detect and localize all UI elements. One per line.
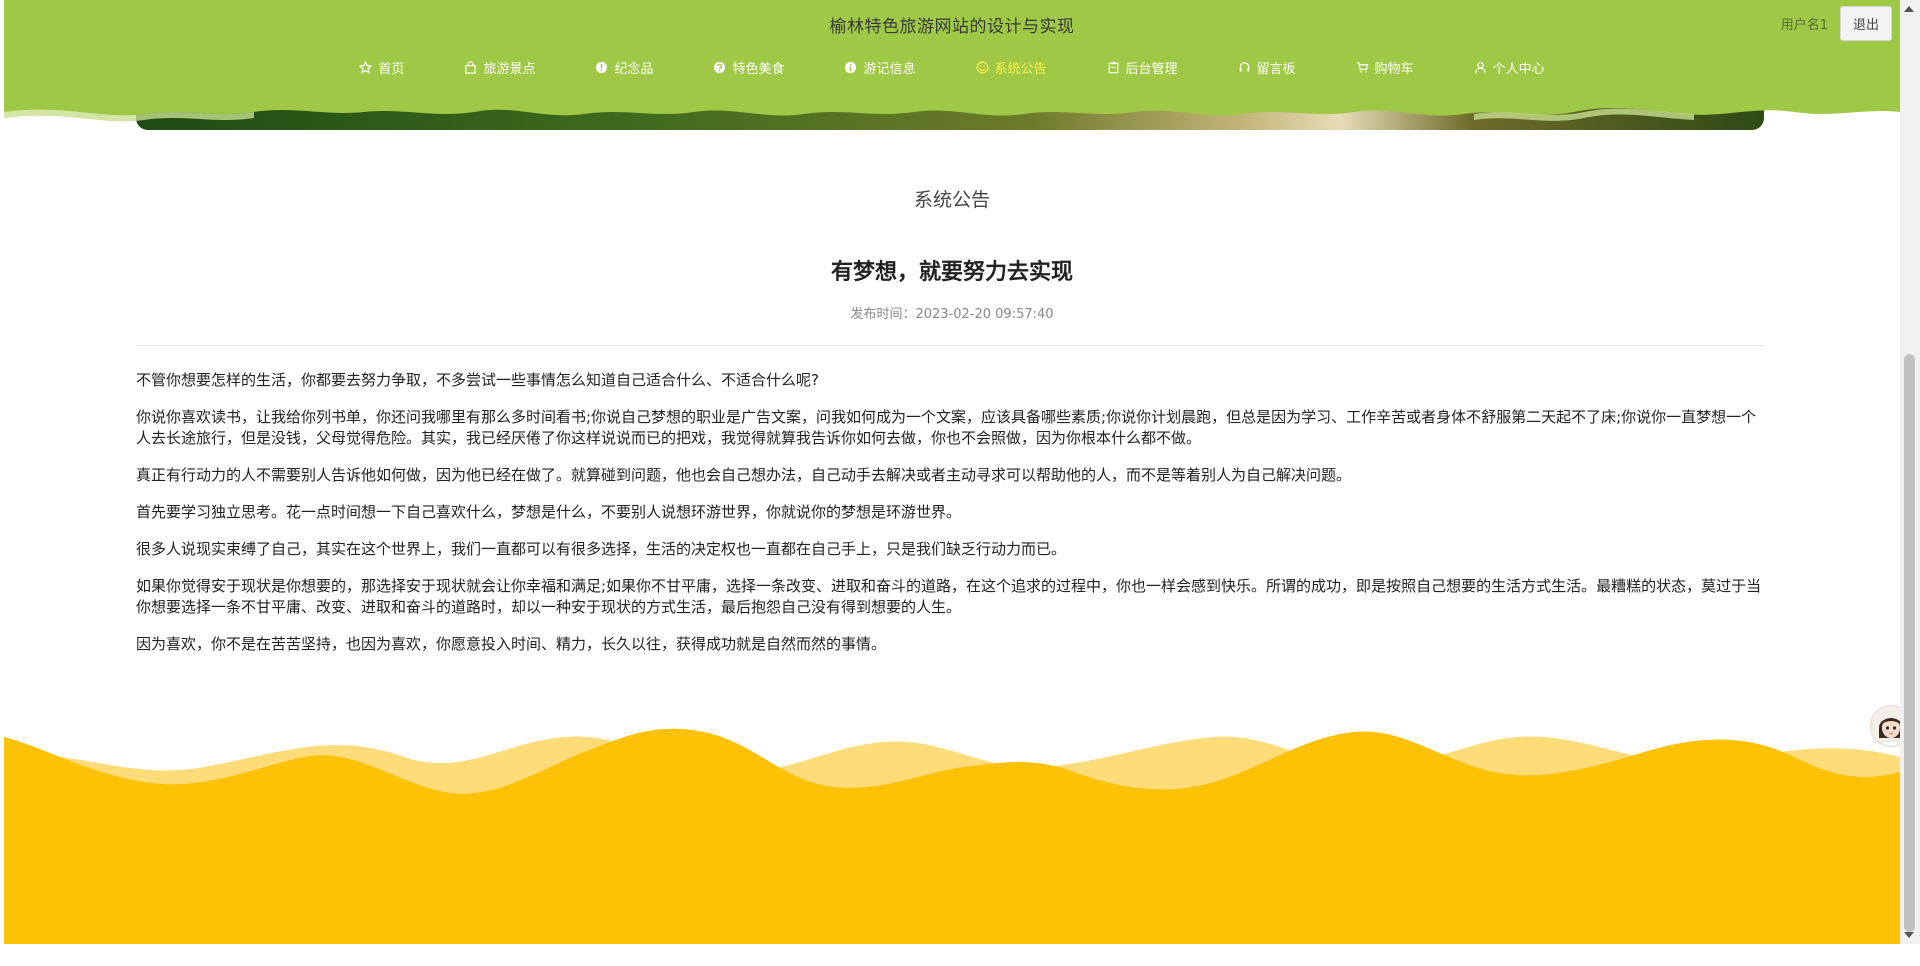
page: 榆林特色旅游网站的设计与实现 用户名1 退出 首页 旅游景点 纪念品 特色美食 <box>4 0 1900 944</box>
bag-icon <box>465 60 477 74</box>
nav-item-souvenirs[interactable]: 纪念品 <box>565 56 683 78</box>
scroll-thumb[interactable] <box>1904 354 1915 932</box>
nav-item-label: 个人中心 <box>1492 61 1545 77</box>
info-icon <box>845 61 857 73</box>
article-paragraph: 真正有行动力的人不需要别人告诉他如何做，因为他已经在做了。就算碰到问题，他也会自… <box>136 466 1352 484</box>
article-title: 有梦想，就要努力去实现 <box>830 260 1073 285</box>
bottom-bar <box>0 944 1920 966</box>
article-paragraph: 如果你觉得安于现状是你想要的，那选择安于现状就会让你幸福和满足;如果你不甘平庸，… <box>136 577 1762 616</box>
star-icon <box>359 60 373 74</box>
nav-item-attractions[interactable]: 旅游景点 <box>434 56 565 78</box>
user-icon <box>1474 61 1486 73</box>
article-paragraph: 因为喜欢，你不是在苦苦坚持，也因为喜欢，你愿意投入时间、精力，长久以往，获得成功… <box>136 635 887 653</box>
nav-item-label: 留言板 <box>1256 61 1296 77</box>
site-title: 榆林特色旅游网站的设计与实现 <box>829 17 1075 37</box>
question-icon <box>714 61 726 73</box>
publish-info: 发布时间：2023-02-20 09:57:40 <box>4 303 1900 322</box>
article-paragraph: 你说你喜欢读书，让我给你列书单，你还问我哪里有那么多时间看书;你说自己梦想的职业… <box>136 408 1757 447</box>
site-header: 榆林特色旅游网站的设计与实现 用户名1 退出 首页 旅游景点 纪念品 特色美食 <box>4 0 1900 130</box>
avatar-icon <box>1879 718 1900 746</box>
cart-icon <box>1356 61 1368 73</box>
logout-button[interactable]: 退出 <box>1839 6 1892 41</box>
nav-item-label: 系统公告 <box>994 61 1047 77</box>
nav-item-label: 旅游景点 <box>483 61 536 77</box>
main-nav: 首页 旅游景点 纪念品 特色美食 游记信息 系统公告 后台管理 留言板 购物车 … <box>4 56 1900 78</box>
nav-item-label: 特色美食 <box>732 61 785 77</box>
user-name: 用户名1 <box>1780 18 1828 33</box>
nav-item-label: 游记信息 <box>863 61 916 77</box>
clipboard-icon <box>1108 61 1118 73</box>
nav-item-food[interactable]: 特色美食 <box>683 56 814 78</box>
nav-item-label: 购物车 <box>1374 61 1414 77</box>
section-title: 系统公告 <box>913 189 990 211</box>
info-icon <box>596 61 608 73</box>
scroll-up-arrow-icon[interactable] <box>1904 6 1914 12</box>
article-paragraph: 很多人说现实束缚了自己，其实在这个世界上，我们一直都可以有很多选择，生活的决定权… <box>136 540 1067 558</box>
publish-time: 2023-02-20 09:57:40 <box>915 307 1054 322</box>
nav-item-profile[interactable]: 个人中心 <box>1444 56 1575 78</box>
smile-icon <box>976 61 988 73</box>
footer-waves <box>4 728 1900 944</box>
nav-item-label: 纪念品 <box>614 61 654 77</box>
article-paragraph: 首先要学习独立思考。花一点时间想一下自己喜欢什么，梦想是什么，不要别人说想环游世… <box>136 503 962 521</box>
scroll-down-arrow-icon[interactable] <box>1904 932 1914 938</box>
scrollbar[interactable] <box>1900 0 1920 944</box>
divider <box>136 345 1764 346</box>
publish-label: 发布时间： <box>850 307 916 322</box>
nav-item-travelogue[interactable]: 游记信息 <box>814 56 945 78</box>
nav-item-label: 首页 <box>378 61 405 77</box>
nav-item-cart[interactable]: 购物车 <box>1326 56 1444 78</box>
article-paragraph: 不管你想要怎样的生活，你都要去努力争取，不多尝试一些事情怎么知道自己适合什么、不… <box>136 371 819 389</box>
user-box: 用户名1 退出 <box>1781 6 1892 41</box>
nav-item-message-board[interactable]: 留言板 <box>1208 56 1326 78</box>
nav-item-admin[interactable]: 后台管理 <box>1077 56 1208 78</box>
nav-item-home[interactable]: 首页 <box>329 56 434 78</box>
nav-item-label: 后台管理 <box>1125 61 1178 77</box>
nav-item-announcements[interactable]: 系统公告 <box>946 56 1077 78</box>
article-body: 不管你想要怎样的生活，你都要去努力争取，不多尝试一些事情怎么知道自己适合什么、不… <box>136 370 1768 671</box>
headset-icon <box>1239 61 1249 71</box>
